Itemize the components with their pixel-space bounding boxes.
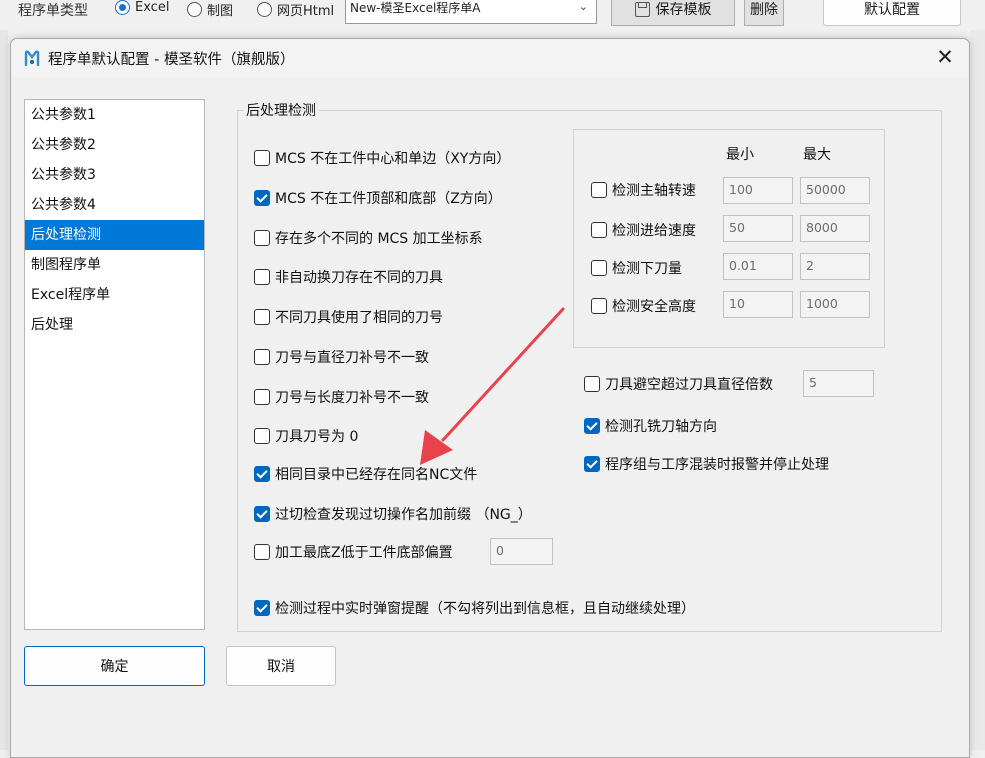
check-tool-clearance[interactable]: 刀具避空超过刀具直径倍数 (584, 374, 773, 394)
check-safe-height[interactable]: 检测安全高度 (591, 296, 696, 316)
nav-item-postprocess[interactable]: 后处理 (25, 310, 204, 340)
nav-item-common-params-1[interactable]: 公共参数1 (25, 100, 204, 130)
spindle-speed-max-input[interactable]: 50000 (800, 177, 870, 204)
radio-html[interactable]: 网页Html (257, 0, 334, 19)
program-type-label: 程序单类型 (18, 3, 88, 19)
nav-item-common-params-3[interactable]: 公共参数3 (25, 160, 204, 190)
check-mcs-xy[interactable]: MCS 不在工件中心和单边（XY方向） (254, 148, 510, 168)
check-tool-number-zero[interactable]: 刀具刀号为 0 (254, 426, 358, 446)
radio-dot-icon (257, 2, 272, 17)
default-config-button[interactable]: 默认配置 (823, 0, 961, 26)
check-realtime-popup[interactable]: 检测过程中实时弹窗提醒（不勾将列出到信息框，且自动继续处理） (254, 598, 695, 618)
feed-rate-min-input[interactable]: 50 (723, 215, 793, 242)
delete-button[interactable]: 删除 (744, 0, 784, 26)
radio-drawing[interactable]: 制图 (187, 0, 233, 19)
checkbox-box (254, 309, 270, 325)
checkbox-box (254, 506, 270, 522)
check-spindle-speed[interactable]: 检测主轴转速 (591, 180, 696, 200)
checkbox-box (591, 182, 607, 198)
spindle-speed-min-input[interactable]: 100 (723, 177, 793, 204)
checkbox-box (254, 230, 270, 246)
check-min-z-below-bottom[interactable]: 加工最底Z低于工件底部偏置 (254, 542, 453, 562)
checkbox-box (584, 376, 600, 392)
checkbox-box (254, 600, 270, 616)
template-select[interactable]: New-模圣Excel程序单A ⌄ (345, 0, 597, 24)
check-overcut-prefix[interactable]: 过切检查发现过切操作名加前缀 （NG_） (254, 504, 532, 524)
tool-clearance-input[interactable]: 5 (803, 370, 874, 397)
background-panel-right (970, 30, 985, 750)
radio-dot-icon (115, 0, 130, 15)
group-title: 后处理检测 (243, 100, 319, 120)
checkbox-box (591, 298, 607, 314)
close-icon[interactable]: ✕ (933, 46, 957, 70)
nav-item-common-params-4[interactable]: 公共参数4 (25, 190, 204, 220)
checkbox-box (254, 544, 270, 560)
check-duplicate-nc-file[interactable]: 相同目录中已经存在同名NC文件 (254, 464, 477, 484)
cancel-button[interactable]: 取消 (226, 646, 336, 686)
feed-rate-max-input[interactable]: 8000 (800, 215, 870, 242)
step-down-min-input[interactable]: 0.01 (723, 253, 793, 280)
checkbox-box (591, 260, 607, 276)
dialog-title: 程序单默认配置 - 模圣软件（旗舰版） (48, 52, 295, 68)
checkbox-box (254, 349, 270, 365)
check-diameter-offset[interactable]: 刀号与直径刀补号不一致 (254, 347, 429, 367)
checkbox-box (254, 466, 270, 482)
radio-excel[interactable]: Excel (115, 0, 169, 15)
checkbox-box (591, 222, 607, 238)
step-down-max-input[interactable]: 2 (800, 253, 870, 280)
z-offset-input[interactable]: 0 (490, 538, 553, 565)
background-panel-left (0, 30, 8, 750)
nav-item-common-params-2[interactable]: 公共参数2 (25, 130, 204, 160)
nav-item-excel-sheet[interactable]: Excel程序单 (25, 280, 204, 310)
checkbox-box (584, 456, 600, 472)
check-mixed-group-alarm[interactable]: 程序组与工序混装时报警并停止处理 (584, 454, 829, 474)
check-hole-mill-axis[interactable]: 检测孔铣刀轴方向 (584, 416, 717, 436)
checkbox-box (254, 428, 270, 444)
category-list: 公共参数1 公共参数2 公共参数3 公共参数4 后处理检测 制图程序单 Exce… (24, 99, 205, 630)
check-length-offset[interactable]: 刀号与长度刀补号不一致 (254, 387, 429, 407)
save-template-button[interactable]: 保存模板 (611, 0, 735, 26)
save-icon (634, 1, 650, 17)
nav-item-drawing-sheet[interactable]: 制图程序单 (25, 250, 204, 280)
radio-dot-icon (187, 2, 202, 17)
max-header: 最大 (803, 147, 831, 163)
checkbox-box (254, 150, 270, 166)
check-step-down[interactable]: 检测下刀量 (591, 258, 682, 278)
background-toolbar: 程序单类型 Excel 制图 网页Html New-模圣Excel程序单A ⌄ … (0, 0, 985, 30)
safe-height-min-input[interactable]: 10 (723, 291, 793, 318)
ok-button[interactable]: 确定 (24, 646, 205, 686)
chevron-down-icon: ⌄ (578, 0, 588, 13)
checkbox-box (254, 389, 270, 405)
check-multiple-mcs[interactable]: 存在多个不同的 MCS 加工坐标系 (254, 228, 483, 248)
check-mcs-z[interactable]: MCS 不在工件顶部和底部（Z方向） (254, 188, 502, 208)
check-duplicate-tool-number[interactable]: 不同刀具使用了相同的刀号 (254, 307, 443, 327)
checkbox-box (254, 190, 270, 206)
check-manual-toolchange[interactable]: 非自动换刀存在不同的刀具 (254, 267, 443, 287)
checkbox-box (584, 418, 600, 434)
config-dialog: 程序单默认配置 - 模圣软件（旗舰版） ✕ 公共参数1 公共参数2 公共参数3 … (10, 38, 970, 758)
check-feed-rate[interactable]: 检测进给速度 (591, 220, 696, 240)
nav-item-postprocess-check[interactable]: 后处理检测 (25, 220, 204, 250)
app-logo-icon (24, 50, 40, 67)
dialog-titlebar[interactable]: 程序单默认配置 - 模圣软件（旗舰版） ✕ (11, 39, 969, 77)
checkbox-box (254, 269, 270, 285)
min-header: 最小 (726, 147, 754, 163)
safe-height-max-input[interactable]: 1000 (800, 291, 870, 318)
